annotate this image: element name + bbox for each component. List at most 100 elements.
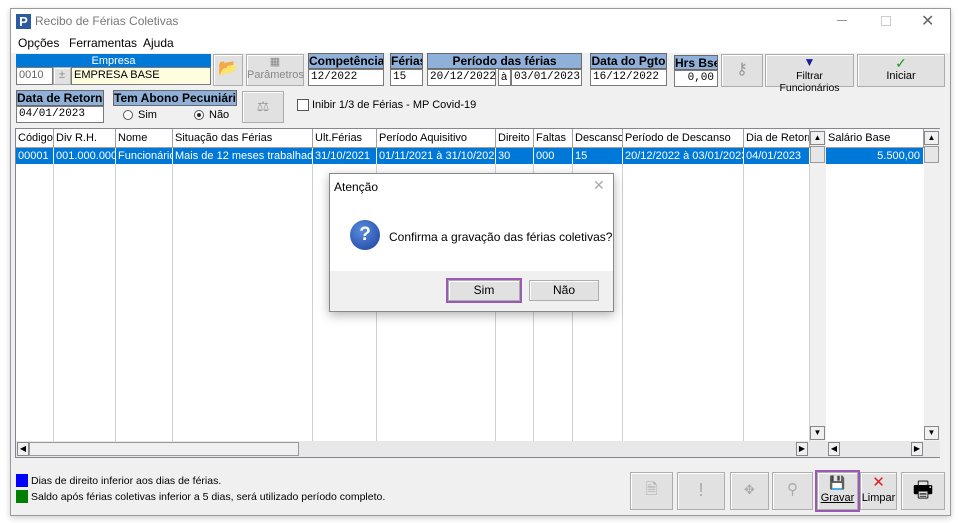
parametros-label: Parâmetros <box>247 69 304 81</box>
column-header[interactable]: Código <box>16 129 54 148</box>
scroll-thumb[interactable] <box>810 146 825 163</box>
legend-item-blue: Dias de direito inferior aos dias de fér… <box>16 474 221 487</box>
column-header[interactable]: Período de Descanso <box>623 129 744 148</box>
scroll-right-arrow[interactable]: ▶ <box>796 442 808 456</box>
table-cell[interactable]: 01/11/2021 à 31/10/2022 <box>377 148 496 164</box>
iniciar-button[interactable]: ✓ Iniciar <box>857 54 945 87</box>
empresa-label: Empresa <box>16 54 211 67</box>
column-header[interactable]: Descanso <box>573 129 623 148</box>
table-cell[interactable]: Funcionário <box>116 148 173 164</box>
grid-hscrollbar[interactable]: ◀ ▶ <box>16 441 826 457</box>
scroll-left-arrow[interactable]: ◀ <box>828 442 840 456</box>
hrs-bse-input[interactable]: 0,00 <box>674 70 718 87</box>
key-button[interactable]: ⚷ <box>721 54 763 87</box>
iniciar-label: Iniciar <box>886 70 916 82</box>
abono-label: Tem Abono Pecuniário <box>113 90 237 106</box>
window-title: Recibo de Férias Coletivas <box>35 14 179 28</box>
column-header[interactable]: Situação das Férias <box>173 129 313 148</box>
column-divider <box>312 164 313 441</box>
gravar-button[interactable]: 💾 Gravar <box>815 470 860 512</box>
maximize-button[interactable] <box>881 16 891 26</box>
empresa-code-input[interactable]: 0010 <box>16 67 53 85</box>
filtrar-label: Filtrar Funcionários <box>779 70 840 94</box>
scroll-right-arrow[interactable]: ▶ <box>911 442 923 456</box>
column-header[interactable]: Ult.Férias <box>313 129 377 148</box>
search-user-button[interactable]: ⚲ <box>772 472 813 510</box>
table-cell[interactable]: 15 <box>573 148 623 164</box>
table-cell[interactable]: 00001 <box>16 148 54 164</box>
print-button[interactable]: 🖶 <box>901 472 945 510</box>
close-icon: ✕ <box>872 474 885 491</box>
scroll-up-arrow[interactable]: ▲ <box>810 131 825 145</box>
column-divider <box>622 164 623 441</box>
confirm-dialog: Atenção ✕ ? Confirma a gravação das féri… <box>329 173 614 312</box>
menu-bar: Opções Ferramentas Ajuda <box>11 34 950 53</box>
scroll-thumb[interactable] <box>924 146 939 163</box>
warning-button[interactable]: ! <box>677 472 725 510</box>
dialog-close-button[interactable]: ✕ <box>593 177 605 194</box>
data-retorno-label: Data de Retorno <box>16 90 104 106</box>
scroll-left-arrow[interactable]: ◀ <box>17 442 29 456</box>
empresa-name-input[interactable]: EMPRESA BASE <box>71 67 211 85</box>
filter-icon: ▼ <box>803 55 816 69</box>
nao-button[interactable]: Não <box>529 280 599 301</box>
ferias-input[interactable]: 15 <box>390 69 423 86</box>
table-cell[interactable]: 001.000.000 <box>54 148 116 164</box>
column-header-salario-base[interactable]: Salário Base <box>826 129 924 148</box>
open-folder-button[interactable]: 📂 <box>213 54 243 86</box>
periodo-ferias-label: Período das férias <box>427 53 582 69</box>
scroll-down-arrow[interactable]: ▼ <box>924 426 939 440</box>
menu-ferramentas[interactable]: Ferramentas <box>69 36 137 50</box>
scroll-down-arrow[interactable]: ▼ <box>810 426 825 440</box>
settings-button[interactable]: ✥ <box>730 472 769 510</box>
close-button[interactable]: ✕ <box>921 11 934 31</box>
salario-base-cell[interactable]: 5.500,00 <box>826 148 924 164</box>
data-retorno-input[interactable]: 04/01/2023 <box>16 106 104 123</box>
column-header[interactable]: Direito <box>496 129 534 148</box>
table-cell[interactable]: 30 <box>496 148 534 164</box>
calculate-button[interactable]: ⚖ <box>242 91 284 123</box>
document-button[interactable]: 🗎 <box>630 472 673 510</box>
table-cell[interactable]: 20/12/2022 à 03/01/2023 <box>623 148 744 164</box>
minimize-button[interactable] <box>837 20 847 21</box>
legend-swatch <box>16 490 28 503</box>
column-header[interactable]: Dia de Retorn <box>744 129 810 148</box>
check-icon: ✓ <box>895 55 907 71</box>
table-cell[interactable]: 31/10/2021 <box>313 148 377 164</box>
column-header[interactable]: Período Aquisitivo <box>377 129 496 148</box>
inibir-checkbox[interactable]: Inibir 1/3 de Férias - MP Covid-19 <box>297 99 476 111</box>
periodo-inicio-input[interactable]: 20/12/2022 <box>427 69 496 86</box>
ferias-label: Férias <box>390 53 423 69</box>
sim-button[interactable]: Sim <box>446 278 522 303</box>
scroll-up-arrow[interactable]: ▲ <box>924 131 939 145</box>
column-header[interactable]: Nome <box>116 129 173 148</box>
table-row[interactable]: 00001 001.000.000 Funcionário Mais de 12 me… <box>16 148 810 164</box>
abono-nao-label: Não <box>209 109 230 121</box>
periodo-fim-input[interactable]: 03/01/2023 <box>511 69 582 86</box>
radio-unchecked-icon <box>123 110 133 120</box>
right-grid-vscrollbar[interactable]: ▲ ▼ <box>924 129 940 441</box>
grid-vscrollbar[interactable]: ▲ ▼ <box>810 129 826 441</box>
abono-nao-radio[interactable]: Não <box>194 109 229 121</box>
filtrar-funcionarios-button[interactable]: ▼ Filtrar Funcionários <box>765 54 854 94</box>
menu-opcoes[interactable]: Opções <box>18 36 59 50</box>
column-header[interactable]: Div R.H. <box>54 129 116 148</box>
legend-text: Dias de direito inferior aos dias de fér… <box>31 474 222 487</box>
table-cell[interactable]: 000 <box>534 148 573 164</box>
limpar-button[interactable]: ✕ Limpar <box>860 472 897 510</box>
right-grid-hscrollbar[interactable]: ◀ ▶ <box>826 441 940 457</box>
hscroll-thumb[interactable] <box>29 442 299 456</box>
abono-sim-radio[interactable]: Sim <box>123 109 157 121</box>
empresa-lookup-button[interactable]: ± <box>53 67 71 85</box>
menu-ajuda[interactable]: Ajuda <box>143 36 174 50</box>
data-pgto-input[interactable]: 16/12/2022 <box>590 69 667 86</box>
column-divider <box>115 164 116 441</box>
competencia-input[interactable]: 12/2022 <box>308 69 384 86</box>
table-cell[interactable]: 04/01/2023 <box>744 148 810 164</box>
title-bar: P Recibo de Férias Coletivas ✕ <box>11 9 950 34</box>
parametros-button[interactable]: ▦ Parâmetros <box>246 54 304 86</box>
calc-icon: ⚖ <box>256 98 270 114</box>
table-cell[interactable]: Mais de 12 meses trabalhados <box>173 148 313 164</box>
column-header[interactable]: Faltas <box>534 129 573 148</box>
inibir-label: Inibir 1/3 de Férias - MP Covid-19 <box>312 99 477 111</box>
